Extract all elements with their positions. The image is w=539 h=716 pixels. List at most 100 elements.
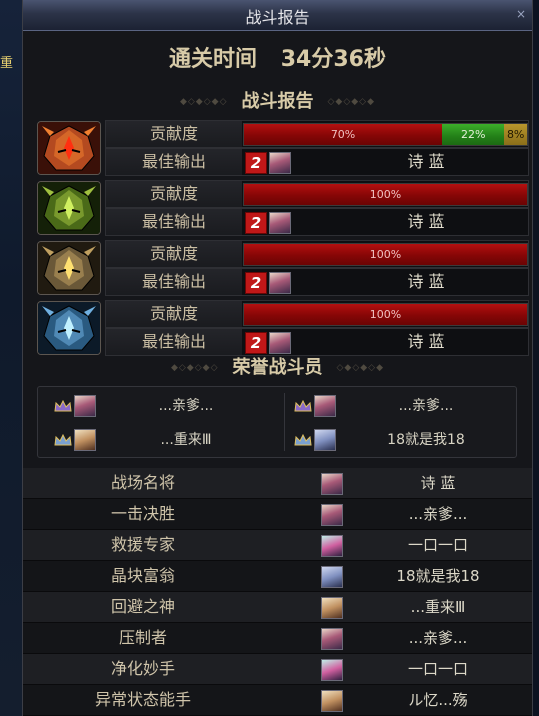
crown-shape [54, 434, 72, 446]
dark-boss-icon [38, 242, 100, 294]
award-title: 压制者 [118, 628, 167, 647]
boss-portrait [37, 241, 101, 295]
avatar [321, 597, 343, 619]
avatar [321, 473, 343, 495]
crown-shape [294, 400, 312, 412]
contribution-segment-gold: 8% [504, 124, 527, 145]
fire-boss-icon [38, 122, 100, 174]
contribution-percent: 22% [460, 128, 486, 141]
rank-badge: 2 [245, 272, 267, 294]
clear-time-value: 34分36秒 [280, 47, 386, 72]
divider-ornament-right: ◇◆◇◆◇◆ [336, 363, 385, 373]
nature-boss-icon [38, 182, 100, 234]
honor-player: 18就是我18 [286, 425, 516, 455]
award-player: ...亲爹... [408, 505, 468, 523]
contribution-segment-red: 100% [244, 244, 527, 265]
award-player: 一口一口 [407, 660, 468, 678]
award-title: 回避之神 [110, 597, 175, 616]
avatar [321, 628, 343, 650]
contribution-percent: 70% [330, 128, 356, 141]
award-title: 异常状态能手 [94, 690, 191, 709]
contribution-label: 贡献度 [106, 301, 242, 327]
ice-boss-icon [38, 302, 100, 354]
award-row: 战场名将 诗 蓝 [23, 468, 532, 499]
award-title: 战场名将 [110, 473, 175, 492]
award-row: 晶块富翁 18就是我18 [23, 561, 532, 592]
contribution-line: 贡献度 100% [105, 180, 529, 208]
avatar [321, 659, 343, 681]
section-title: 战斗报告 [241, 91, 314, 112]
honor-player-name: 18就是我18 [387, 432, 465, 448]
contribution-label: 贡献度 [106, 181, 242, 207]
honor-player-name: ...亲爹... [398, 398, 454, 414]
boss-portrait [37, 301, 101, 355]
avatar [314, 429, 336, 451]
rank-badge: 2 [245, 332, 267, 354]
award-title: 净化妙手 [110, 659, 175, 678]
rank-badge: 2 [245, 152, 267, 174]
title-bar[interactable]: 战斗报告 × [23, 0, 532, 31]
section-title: 荣誉战斗员 [232, 357, 323, 378]
avatar [74, 395, 96, 417]
contribution-bar: 100% [243, 183, 528, 206]
best-output-player: 诗 蓝 [407, 212, 445, 231]
crown-icon [54, 434, 72, 446]
close-button[interactable]: × [514, 7, 528, 21]
crown-shape [294, 434, 312, 446]
contribution-segment-red: 70% [244, 124, 443, 145]
contribution-label: 贡献度 [106, 241, 242, 267]
best-output-label: 最佳输出 [106, 329, 242, 355]
contribution-line: 贡献度 100% [105, 240, 529, 268]
contribution-bar: 100% [243, 243, 528, 266]
contribution-segment-green: 22% [442, 124, 505, 145]
divider-ornament-right: ◇◆◇◆◇◆ [327, 97, 376, 107]
window-title: 战斗报告 [245, 8, 310, 27]
background-text: 重 [0, 56, 14, 70]
background-scene: 重 [0, 0, 22, 716]
boss-row: 贡献度 70% 22% 8% 最佳输出 2 诗 蓝 [33, 120, 531, 176]
best-output-label: 最佳输出 [106, 209, 242, 235]
crown-icon [294, 434, 312, 446]
honor-panel: ...亲爹... ...亲爹... ...重来Ⅲ 18就是我18 [37, 386, 517, 458]
award-player: ...亲爹... [408, 629, 468, 647]
avatar [314, 395, 336, 417]
divider-ornament-left: ◆◇◆◇◆◇ [170, 363, 219, 373]
honor-player-name: ...亲爹... [158, 398, 214, 414]
divider-ornament-left: ◆◇◆◇◆◇ [179, 97, 228, 107]
avatar [321, 566, 343, 588]
contribution-percent: 8% [506, 128, 525, 141]
award-title: 一击决胜 [110, 504, 175, 523]
best-output-player: 诗 蓝 [407, 152, 445, 171]
honor-player-name: ...重来Ⅲ [160, 432, 212, 448]
avatar [269, 332, 291, 354]
award-title: 晶块富翁 [110, 566, 175, 585]
boss-portrait [37, 181, 101, 235]
best-output-line: 最佳输出 2 诗 蓝 [105, 208, 529, 236]
award-player: 诗 蓝 [420, 474, 456, 492]
avatar [321, 535, 343, 557]
honor-player: ...亲爹... [46, 391, 276, 421]
best-output-line: 最佳输出 2 诗 蓝 [105, 148, 529, 176]
boss-row: 贡献度 100% 最佳输出 2 诗 蓝 [33, 240, 531, 296]
avatar [321, 690, 343, 712]
avatar [269, 152, 291, 174]
avatar [269, 212, 291, 234]
award-title: 救援专家 [110, 535, 175, 554]
honor-divider [284, 393, 285, 451]
contribution-segment-red: 100% [244, 304, 527, 325]
best-output-label: 最佳输出 [106, 269, 242, 295]
best-output-player: 诗 蓝 [407, 272, 445, 291]
award-player: ル忆...殇 [408, 691, 468, 709]
best-output-label: 最佳输出 [106, 149, 242, 175]
awards-table: 战场名将诗 蓝一击决胜 ...亲爹... 救援专家 一口一口 晶块富翁 18就是我18 回避… [23, 468, 532, 716]
award-player: 一口一口 [407, 536, 468, 554]
best-output-line: 最佳输出 2 诗 蓝 [105, 268, 529, 296]
award-player: 18就是我18 [396, 567, 480, 585]
contribution-bar: 100% [243, 303, 528, 326]
rank-badge: 2 [245, 212, 267, 234]
honor-player: ...亲爹... [286, 391, 516, 421]
contribution-line: 贡献度 100% [105, 300, 529, 328]
clear-time-banner: 通关时间 34分36秒 [23, 40, 532, 80]
crown-shape [54, 400, 72, 412]
best-output-line: 最佳输出 2 诗 蓝 [105, 328, 529, 356]
